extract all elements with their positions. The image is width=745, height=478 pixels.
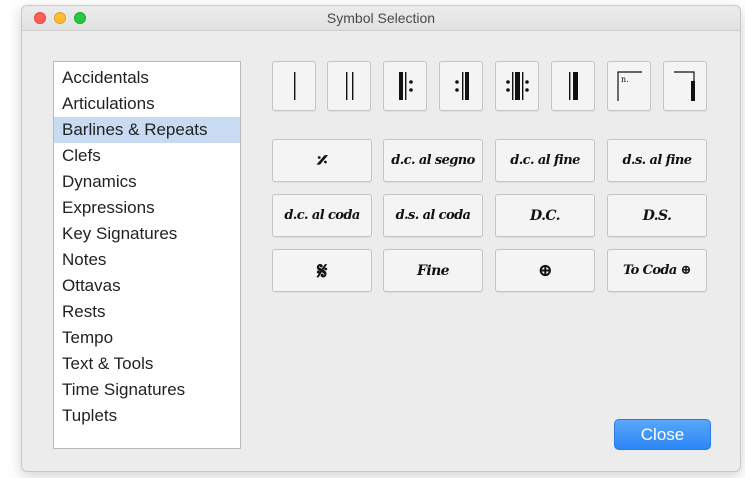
category-item-clefs[interactable]: Clefs (54, 143, 240, 169)
ds-al-fine-label: d.s. al fine (622, 153, 693, 168)
end-repeat-button[interactable] (439, 61, 483, 111)
dc-label: D.C. (530, 207, 560, 224)
to-coda-label: To Coda ⊕ (623, 263, 692, 278)
ds-al-coda-button[interactable]: d.s. al coda (383, 194, 483, 237)
symbol-selection-window: Symbol Selection Accidentals Articulatio… (21, 5, 741, 472)
category-item-expressions[interactable]: Expressions (54, 195, 240, 221)
start-repeat-icon (399, 72, 413, 100)
category-item-rests[interactable]: Rests (54, 299, 240, 325)
coda-icon: ⊕ (537, 260, 553, 281)
end-start-repeat-icon (506, 72, 529, 100)
final-barline-icon (569, 72, 578, 100)
segno-button[interactable]: 𝄋 (272, 249, 372, 292)
end-repeat-icon (455, 72, 469, 100)
dc-al-segno-button[interactable]: d.c. al segno (383, 139, 483, 182)
ds-label: D.S. (642, 207, 672, 224)
category-item-tempo[interactable]: Tempo (54, 325, 240, 351)
measure-repeat-icon: 𝄎 (316, 147, 328, 174)
dc-al-coda-label: d.c. al coda (284, 208, 360, 223)
final-barline-button[interactable] (551, 61, 595, 111)
fine-button[interactable]: Fine (383, 249, 483, 292)
category-item-articulations[interactable]: Articulations (54, 91, 240, 117)
category-item-key-signatures[interactable]: Key Signatures (54, 221, 240, 247)
double-barline-icon (346, 72, 354, 100)
dc-button[interactable]: D.C. (495, 194, 595, 237)
double-barline-button[interactable] (327, 61, 371, 111)
ending-close-button[interactable] (663, 61, 707, 111)
category-item-ottavas[interactable]: Ottavas (54, 273, 240, 299)
category-item-tuplets[interactable]: Tuplets (54, 403, 240, 429)
coda-button[interactable]: ⊕ (495, 249, 595, 292)
segno-icon: 𝄋 (317, 256, 327, 285)
category-item-barlines-repeats[interactable]: Barlines & Repeats (54, 117, 240, 143)
category-item-notes[interactable]: Notes (54, 247, 240, 273)
single-barline-button[interactable] (272, 61, 316, 111)
category-item-time-signatures[interactable]: Time Signatures (54, 377, 240, 403)
category-item-dynamics[interactable]: Dynamics (54, 169, 240, 195)
category-list[interactable]: Accidentals Articulations Barlines & Rep… (53, 61, 241, 449)
dc-al-fine-label: d.c. al fine (510, 153, 580, 168)
ds-button[interactable]: D.S. (607, 194, 707, 237)
category-item-accidentals[interactable]: Accidentals (54, 65, 240, 91)
category-item-text-tools[interactable]: Text & Tools (54, 351, 240, 377)
dc-al-fine-button[interactable]: d.c. al fine (495, 139, 595, 182)
ending-number-label: n. (621, 75, 629, 84)
measure-repeat-button[interactable]: 𝄎 (272, 139, 372, 182)
to-coda-button[interactable]: To Coda ⊕ (607, 249, 707, 292)
first-ending-bracket-icon: n. (617, 71, 642, 101)
end-start-repeat-button[interactable] (495, 61, 539, 111)
ds-al-fine-button[interactable]: d.s. al fine (607, 139, 707, 182)
ending-bracket-close-icon (674, 71, 695, 101)
ds-al-coda-label: d.s. al coda (395, 208, 471, 223)
title-bar: Symbol Selection (22, 6, 740, 31)
single-barline-icon (294, 72, 296, 100)
window-title: Symbol Selection (326, 10, 436, 26)
close-button[interactable]: Close (614, 419, 711, 450)
dc-al-segno-label: d.c. al segno (391, 153, 475, 168)
dc-al-coda-button[interactable]: d.c. al coda (272, 194, 372, 237)
start-repeat-button[interactable] (383, 61, 427, 111)
first-ending-button[interactable]: n. (607, 61, 651, 111)
fine-label: Fine (417, 262, 450, 279)
